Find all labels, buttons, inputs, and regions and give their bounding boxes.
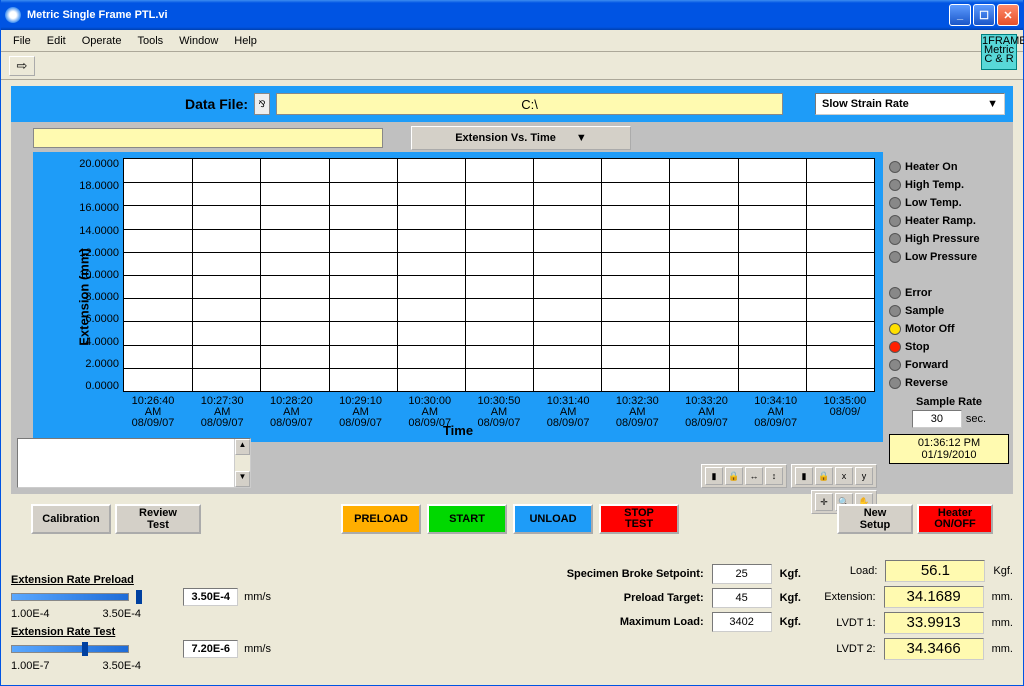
button-row: Calibration Review Test PRELOAD START UN… <box>31 502 993 536</box>
start-button[interactable]: START <box>427 504 507 534</box>
led-high-temp <box>889 179 901 191</box>
window-title: Metric Single Frame PTL.vi <box>27 9 168 21</box>
palette-cursor-icon[interactable]: ▮ <box>705 467 723 485</box>
led-heater-on <box>889 161 901 173</box>
frame-badge: 1FRAMEMetricC & R <box>981 34 1017 70</box>
palette-lock-icon[interactable]: 🔒 <box>725 467 743 485</box>
led-forward <box>889 359 901 371</box>
bottom-panel: Extension Rate Preload 3.50E-4 mm/s 1.00… <box>11 554 1013 679</box>
preload-target-value[interactable]: 45 <box>712 588 772 608</box>
x-ticks: 10:26:40 AM08/09/0710:27:30 AM08/09/0710… <box>123 396 875 424</box>
menu-bar: File Edit Operate Tools Window Help <box>1 30 1023 52</box>
led-stop <box>889 341 901 353</box>
led-error <box>889 287 901 299</box>
maximize-button[interactable]: ☐ <box>973 4 995 26</box>
sample-rate-value[interactable]: 30 <box>912 410 962 428</box>
datafile-path[interactable]: C:\ <box>276 93 783 115</box>
lvdt1-readout: 33.9913 <box>884 612 984 634</box>
scrollbar[interactable]: ▲ ▼ <box>234 439 250 487</box>
close-button[interactable]: ✕ <box>997 4 1019 26</box>
new-setup-button[interactable]: New Setup <box>837 504 913 534</box>
menu-tools[interactable]: Tools <box>129 33 171 49</box>
app-icon <box>5 7 21 23</box>
main-panel: Data File: ⅋ C:\ Slow Strain Rate▼ Exten… <box>11 86 1013 494</box>
y-ticks: 20.000018.000016.000014.000012.000010.00… <box>73 158 119 392</box>
notes-textarea[interactable]: ▲ ▼ <box>17 438 251 488</box>
readouts-group: Load:56.1Kgf. Extension:34.1689mm. LVDT … <box>793 558 1013 662</box>
calibration-button[interactable]: Calibration <box>31 504 111 534</box>
rate-mode-select[interactable]: Slow Strain Rate▼ <box>815 93 1005 115</box>
menu-help[interactable]: Help <box>226 33 265 49</box>
chevron-down-icon: ▼ <box>987 98 998 110</box>
sample-rate-label: Sample Rate <box>889 396 1009 408</box>
ext-rate-test-slider[interactable] <box>11 645 129 653</box>
datafile-row: Data File: ⅋ C:\ Slow Strain Rate▼ <box>11 86 1013 122</box>
palette-format-y-icon[interactable]: y <box>855 467 873 485</box>
load-readout: 56.1 <box>885 560 985 582</box>
slider-group: Extension Rate Preload 3.50E-4 mm/s 1.00… <box>11 574 271 678</box>
broke-setpoint-value[interactable]: 25 <box>712 564 772 584</box>
menu-operate[interactable]: Operate <box>74 33 130 49</box>
x-axis-label: Time <box>443 423 473 438</box>
minimize-button[interactable]: _ <box>949 4 971 26</box>
palette-lock2-icon[interactable]: 🔒 <box>815 467 833 485</box>
menu-file[interactable]: File <box>5 33 39 49</box>
ext-rate-preload-slider[interactable] <box>11 593 129 601</box>
chevron-down-icon: ▼ <box>576 132 587 144</box>
menu-edit[interactable]: Edit <box>39 33 74 49</box>
review-test-button[interactable]: Review Test <box>115 504 201 534</box>
stop-test-button[interactable]: STOP TEST <box>599 504 679 534</box>
led-heater-ramp <box>889 215 901 227</box>
datafile-label: Data File: <box>185 96 248 112</box>
test-name-field[interactable] <box>33 128 383 148</box>
ext-rate-preload-label: Extension Rate Preload <box>11 574 271 586</box>
app-window: Metric Single Frame PTL.vi _ ☐ ✕ File Ed… <box>0 0 1024 686</box>
led-sample <box>889 305 901 317</box>
preload-button[interactable]: PRELOAD <box>341 504 421 534</box>
menu-window[interactable]: Window <box>171 33 226 49</box>
ext-rate-test-value[interactable]: 7.20E-6 <box>183 640 238 658</box>
led-reverse <box>889 377 901 389</box>
palette-format-x-icon[interactable]: x <box>835 467 853 485</box>
led-motor-off <box>889 323 901 335</box>
extension-readout: 34.1689 <box>884 586 984 608</box>
clock-display: 01:36:12 PM01/19/2010 <box>889 434 1009 464</box>
palette-cursor2-icon[interactable]: ▮ <box>795 467 813 485</box>
led-low-temp <box>889 197 901 209</box>
plot-area[interactable] <box>123 158 875 392</box>
heater-onoff-button[interactable]: Heater ON/OFF <box>917 504 993 534</box>
chart-container: Extension Vs. Time▼ Extension (mm) 20.00… <box>11 122 1013 494</box>
chart-type-select[interactable]: Extension Vs. Time▼ <box>411 126 631 150</box>
graph-palette: ▮ 🔒 ↔ ↕ ▮ 🔒 x y ✛ 🔍 ✋ <box>701 464 877 488</box>
run-button[interactable]: ⇨ <box>9 56 35 76</box>
max-load-value[interactable]: 3402 <box>712 612 772 632</box>
browse-button[interactable]: ⅋ <box>254 93 270 115</box>
lvdt2-readout: 34.3466 <box>884 638 984 660</box>
ext-rate-preload-value[interactable]: 3.50E-4 <box>183 588 238 606</box>
led-high-pressure <box>889 233 901 245</box>
setpoints-group: Specimen Broke Setpoint:25Kgf. Preload T… <box>481 562 801 634</box>
palette-scale-x-icon[interactable]: ↔ <box>745 467 763 485</box>
led-low-pressure <box>889 251 901 263</box>
title-bar: Metric Single Frame PTL.vi _ ☐ ✕ <box>1 0 1023 30</box>
unload-button[interactable]: UNLOAD <box>513 504 593 534</box>
indicator-column: Heater On High Temp. Low Temp. Heater Ra… <box>889 158 1009 464</box>
palette-scale-y-icon[interactable]: ↕ <box>765 467 783 485</box>
chart: Extension (mm) 20.000018.000016.000014.0… <box>33 152 883 442</box>
vi-toolbar: ⇨ <box>1 52 1023 80</box>
ext-rate-test-label: Extension Rate Test <box>11 626 271 638</box>
